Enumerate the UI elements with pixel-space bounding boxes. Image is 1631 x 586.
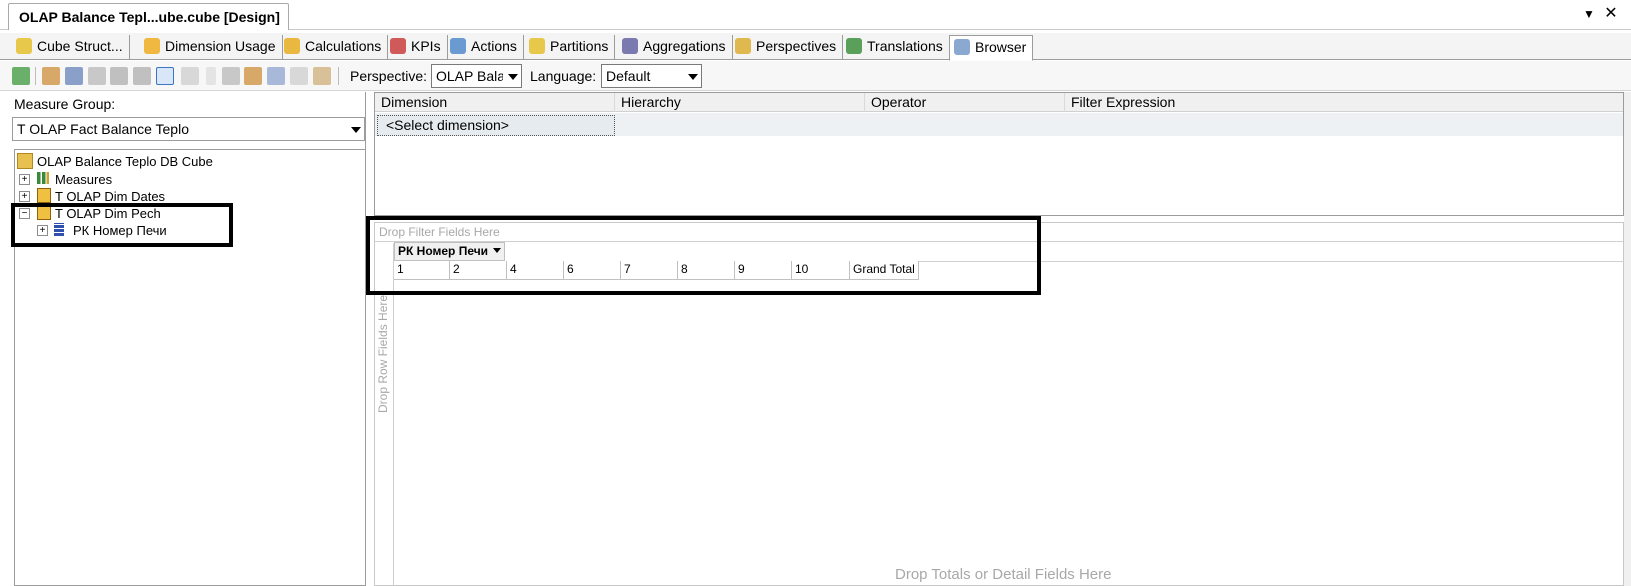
vertical-scrollbar[interactable]: [1624, 92, 1631, 586]
translations-icon: [846, 38, 862, 54]
measure-group-label: Measure Group:: [14, 96, 116, 112]
designer-tab-strip: Cube Struct... Dimension Usage Calculati…: [0, 33, 1631, 61]
drill-icon[interactable]: [267, 67, 285, 85]
close-icon[interactable]: ✕: [1600, 3, 1622, 25]
chevron-down-icon: [346, 118, 364, 140]
tab-translations[interactable]: Translations: [842, 35, 950, 60]
chevron-down-icon: [503, 65, 521, 87]
filter-grid-row: <Select dimension>: [375, 113, 1623, 136]
filter-grid-header: Dimension Hierarchy Operator Filter Expr…: [375, 93, 1623, 112]
delete-icon[interactable]: [222, 67, 240, 85]
sort-descending-icon[interactable]: [133, 67, 151, 85]
window-dropdown-icon[interactable]: ▼: [1578, 3, 1600, 25]
browser-toolbar: Perspective: OLAP Balan Language: Defaul…: [0, 61, 1631, 91]
clear-results-icon[interactable]: [290, 67, 308, 85]
select-dimension-cell[interactable]: <Select dimension>: [377, 115, 615, 136]
partitions-icon: [529, 38, 545, 54]
expand-icon[interactable]: +: [19, 191, 30, 202]
cube-structure-icon: [16, 38, 32, 54]
perspectives-icon: [735, 38, 751, 54]
column-header-hierarchy[interactable]: Hierarchy: [615, 93, 865, 112]
cube-icon: [17, 153, 33, 169]
document-tab-bar: OLAP Balance Tepl...ube.cube [Design] ▼ …: [0, 0, 1631, 30]
commands-icon[interactable]: [244, 67, 262, 85]
language-select[interactable]: Default: [601, 64, 702, 88]
aggregations-icon: [622, 38, 638, 54]
highlight-box: [366, 216, 1041, 295]
show-empty-cells-icon[interactable]: [156, 67, 174, 85]
options-icon[interactable]: [313, 67, 331, 85]
column-header-operator[interactable]: Operator: [865, 93, 1065, 112]
metadata-panel: Measure Group: T OLAP Fact Balance Teplo…: [10, 92, 366, 586]
autoexec-icon[interactable]: [88, 67, 106, 85]
toolbar-separator: [35, 67, 36, 85]
perspective-select[interactable]: OLAP Balan: [431, 64, 522, 88]
calculations-icon: [284, 38, 300, 54]
change-user-icon[interactable]: [42, 67, 60, 85]
reconnect-icon[interactable]: [12, 67, 30, 85]
kpis-icon: [390, 38, 406, 54]
column-header-dimension[interactable]: Dimension: [375, 93, 615, 112]
filter-grid: Dimension Hierarchy Operator Filter Expr…: [374, 92, 1624, 216]
perspective-value: OLAP Balan: [436, 68, 513, 84]
tab-calculations[interactable]: Calculations: [280, 35, 389, 60]
dimension-usage-icon: [144, 38, 160, 54]
tab-dimension-usage[interactable]: Dimension Usage: [140, 35, 283, 60]
sort-ascending-icon[interactable]: [110, 67, 128, 85]
toolbar-separator: [338, 67, 339, 85]
tab-actions[interactable]: Actions: [446, 35, 524, 60]
chevron-down-icon: [683, 65, 701, 87]
tab-browser[interactable]: Browser: [949, 35, 1034, 61]
filter-icon[interactable]: [181, 67, 199, 85]
browser-icon: [954, 39, 970, 55]
tab-perspectives[interactable]: Perspectives: [731, 35, 844, 60]
measures-icon: [37, 172, 49, 184]
filter-dropdown-icon[interactable]: [206, 67, 216, 85]
highlight-box: [11, 203, 233, 247]
dimension-icon: [37, 188, 51, 203]
process-icon[interactable]: [65, 67, 83, 85]
expand-icon[interactable]: +: [19, 174, 30, 185]
tab-kpis[interactable]: KPIs: [386, 35, 448, 60]
drop-totals-area[interactable]: Drop Totals or Detail Fields Here: [895, 566, 1111, 583]
document-tab[interactable]: OLAP Balance Tepl...ube.cube [Design]: [8, 3, 289, 30]
perspective-label: Perspective:: [350, 68, 428, 84]
column-header-filter-expression[interactable]: Filter Expression: [1065, 93, 1625, 112]
measure-group-select[interactable]: T OLAP Fact Balance Teplo: [12, 117, 365, 141]
tab-partitions[interactable]: Partitions: [525, 35, 616, 60]
tab-cube-structure[interactable]: Cube Struct...: [12, 35, 130, 60]
drop-row-area[interactable]: Drop Row Fields Here: [376, 283, 392, 413]
language-label: Language:: [530, 68, 597, 84]
actions-icon: [450, 38, 466, 54]
measure-group-value: T OLAP Fact Balance Teplo: [17, 121, 189, 137]
tab-aggregations[interactable]: Aggregations: [618, 35, 733, 60]
language-value: Default: [606, 68, 651, 84]
